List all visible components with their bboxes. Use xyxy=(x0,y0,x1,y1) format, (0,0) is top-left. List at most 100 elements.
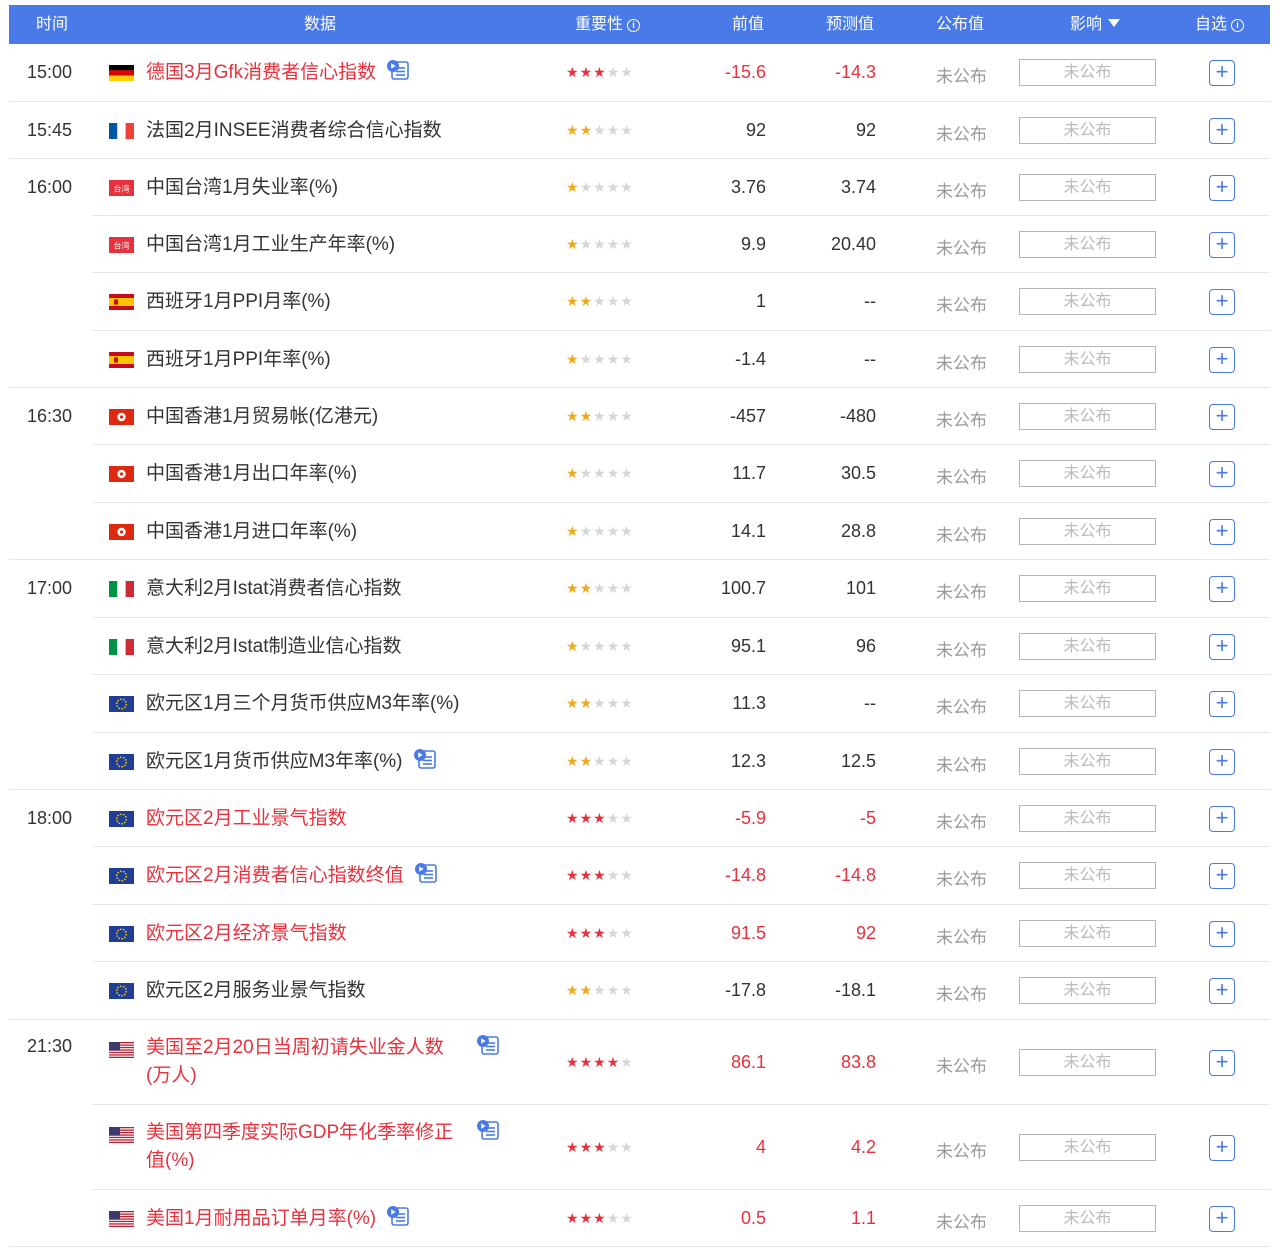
interpretation-icon[interactable] xyxy=(386,59,410,81)
event-name[interactable]: 中国台湾1月工业生产年率(%) xyxy=(146,231,395,259)
event-name[interactable]: 西班牙1月PPI月率(%) xyxy=(146,288,331,316)
importance-stars: ★★★★★ xyxy=(566,1210,634,1227)
add-to-watchlist-button[interactable]: + xyxy=(1209,863,1235,889)
event-name[interactable]: 欧元区2月工业景气指数 xyxy=(146,805,347,833)
actual-value: 未公布 xyxy=(936,1056,987,1076)
add-to-watchlist-button[interactable]: + xyxy=(1209,633,1235,660)
event-name[interactable]: 美国第四季度实际GDP年化季率修正 值(%) xyxy=(146,1119,499,1175)
event-name-text[interactable]: 法国2月INSEE消费者综合信心指数 xyxy=(146,120,442,141)
impact-box: 未公布 xyxy=(1019,1204,1156,1232)
star-icon: ★ xyxy=(566,580,580,596)
add-to-watchlist-button[interactable]: + xyxy=(1209,289,1235,315)
event-name[interactable]: 欧元区1月三个月货币供应M3年率(%) xyxy=(146,690,460,718)
add-to-watchlist-button[interactable]: + xyxy=(1209,748,1235,775)
event-time: 15:45 xyxy=(27,119,73,140)
add-to-watchlist-button[interactable]: + xyxy=(1209,403,1235,430)
add-to-watchlist-button[interactable]: + xyxy=(1209,60,1235,86)
star-icon: ★ xyxy=(593,867,607,883)
event-name[interactable]: 美国1月耐用品订单月率(%) xyxy=(146,1205,410,1233)
event-name-text[interactable]: 意大利2月Istat消费者信心指数 xyxy=(146,578,401,599)
event-name-text[interactable]: 中国香港1月贸易帐(亿港元) xyxy=(146,406,378,427)
star-icon: ★ xyxy=(566,522,580,539)
header-importance[interactable]: 重要性 i xyxy=(575,5,641,44)
star-icon: ★ xyxy=(593,293,607,309)
table-row: 15:00 德国3月Gfk消费者信心指数 ★★★★★ -15.6 -14.3 未公布 未公布… xyxy=(0,44,1280,102)
event-name[interactable]: 中国台湾1月失业率(%) xyxy=(146,174,338,202)
event-time: 16:30 xyxy=(27,405,73,426)
event-name-text[interactable]: 美国第四季度实际GDP年化季率修正 xyxy=(146,1122,453,1143)
event-name-text[interactable]: 欧元区2月服务业景气指数 xyxy=(146,980,366,1001)
flag-us-icon xyxy=(109,1127,134,1143)
header-watchlist[interactable]: 自选 i xyxy=(1195,5,1245,44)
add-to-watchlist-button[interactable]: + xyxy=(1209,805,1235,832)
flag-eu-icon xyxy=(109,983,134,999)
interpretation-icon[interactable] xyxy=(414,862,438,884)
importance-stars: ★★★★★ xyxy=(566,638,634,655)
event-name-text[interactable]: 欧元区2月经济景气指数 xyxy=(146,923,347,944)
star-icon: ★ xyxy=(620,1053,634,1070)
event-name-text-line2[interactable]: 值(%) xyxy=(146,1150,195,1171)
event-name-text[interactable]: 中国香港1月出口年率(%) xyxy=(146,463,357,484)
event-name[interactable]: 欧元区1月货币供应M3年率(%) xyxy=(146,748,437,776)
forecast-value: 92 xyxy=(855,922,876,943)
actual-value: 未公布 xyxy=(936,410,987,430)
forecast-value: -5 xyxy=(859,807,876,828)
event-name[interactable]: 意大利2月Istat消费者信心指数 xyxy=(146,575,401,603)
interpretation-icon[interactable] xyxy=(413,748,437,770)
previous-value: 95.1 xyxy=(730,635,766,656)
add-to-watchlist-button[interactable]: + xyxy=(1209,117,1235,144)
event-name-text[interactable]: 中国香港1月进口年率(%) xyxy=(146,521,357,542)
add-to-watchlist-button[interactable]: + xyxy=(1209,346,1235,373)
star-icon: ★ xyxy=(620,350,634,367)
event-name-text[interactable]: 德国3月Gfk消费者信心指数 xyxy=(146,62,376,83)
info-icon[interactable]: i xyxy=(627,19,641,32)
add-to-watchlist-button[interactable]: + xyxy=(1209,518,1235,545)
event-name[interactable]: 美国至2月20日当周初请失业金人数 (万人) xyxy=(146,1034,499,1090)
star-icon: ★ xyxy=(606,178,621,195)
event-name[interactable]: 欧元区2月消费者信心指数终值 xyxy=(146,862,438,890)
event-name-text-line2[interactable]: (万人) xyxy=(146,1065,197,1086)
header-impact-filter[interactable]: 影响 xyxy=(1070,5,1121,44)
add-to-watchlist-button[interactable]: + xyxy=(1209,1205,1235,1232)
interpretation-icon[interactable] xyxy=(476,1034,500,1056)
add-to-watchlist-button[interactable]: + xyxy=(1209,174,1235,201)
add-to-watchlist-button[interactable]: + xyxy=(1209,231,1235,258)
event-name-text[interactable]: 欧元区1月货币供应M3年率(%) xyxy=(146,751,403,772)
add-to-watchlist-button[interactable]: + xyxy=(1209,576,1235,602)
interpretation-icon[interactable] xyxy=(386,1205,410,1227)
star-icon: ★ xyxy=(593,64,607,80)
event-name-text[interactable]: 美国1月耐用品订单月率(%) xyxy=(146,1208,376,1229)
add-to-watchlist-button[interactable]: + xyxy=(1209,920,1235,947)
event-name-text[interactable]: 中国台湾1月失业率(%) xyxy=(146,177,338,198)
add-to-watchlist-button[interactable]: + xyxy=(1209,1049,1235,1076)
event-name-text[interactable]: 西班牙1月PPI年率(%) xyxy=(146,349,331,370)
forecast-value: -14.8 xyxy=(834,865,876,885)
importance-stars: ★★★★★ xyxy=(566,523,634,540)
event-name[interactable]: 德国3月Gfk消费者信心指数 xyxy=(146,59,410,87)
interpretation-icon[interactable] xyxy=(476,1119,500,1141)
add-to-watchlist-button[interactable]: + xyxy=(1209,691,1235,717)
event-name[interactable]: 中国香港1月出口年率(%) xyxy=(146,460,357,488)
event-name[interactable]: 欧元区2月经济景气指数 xyxy=(146,920,347,948)
event-name[interactable]: 西班牙1月PPI年率(%) xyxy=(146,346,331,374)
event-name-text[interactable]: 中国台湾1月工业生产年率(%) xyxy=(146,234,395,255)
add-to-watchlist-button[interactable]: + xyxy=(1209,1134,1235,1161)
add-to-watchlist-button[interactable]: + xyxy=(1209,461,1235,487)
event-name-text[interactable]: 美国至2月20日当周初请失业金人数 xyxy=(146,1037,444,1058)
star-icon: ★ xyxy=(606,637,621,654)
event-name[interactable]: 意大利2月Istat制造业信心指数 xyxy=(146,633,401,661)
event-name[interactable]: 中国香港1月贸易帐(亿港元) xyxy=(146,403,378,431)
info-icon[interactable]: i xyxy=(1231,19,1245,32)
actual-value: 未公布 xyxy=(936,468,987,487)
event-name[interactable]: 法国2月INSEE消费者综合信心指数 xyxy=(146,117,442,145)
event-name-text[interactable]: 欧元区2月工业景气指数 xyxy=(146,808,347,829)
add-to-watchlist-button[interactable]: + xyxy=(1209,978,1235,1004)
event-name[interactable]: 中国香港1月进口年率(%) xyxy=(146,518,357,546)
event-name-text[interactable]: 意大利2月Istat制造业信心指数 xyxy=(146,636,401,657)
event-name-text[interactable]: 欧元区2月消费者信心指数终值 xyxy=(146,865,404,886)
event-name-text[interactable]: 欧元区1月三个月货币供应M3年率(%) xyxy=(146,693,460,714)
event-name[interactable]: 欧元区2月服务业景气指数 xyxy=(146,977,366,1005)
previous-value: -457 xyxy=(729,405,766,426)
star-icon: ★ xyxy=(566,121,580,138)
event-name-text[interactable]: 西班牙1月PPI月率(%) xyxy=(146,291,331,312)
